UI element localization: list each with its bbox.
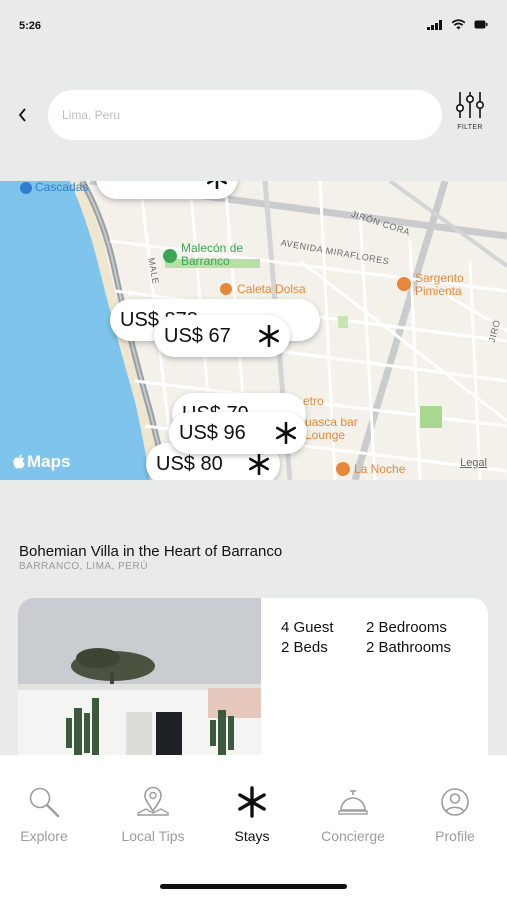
map-view[interactable]: Cascadas Malecón de Barranco Caleta Dols…	[0, 181, 507, 480]
search-bar[interactable]	[48, 90, 442, 140]
chevron-left-icon	[18, 108, 26, 122]
service-bell-icon	[338, 790, 368, 815]
place-la-noche: La Noche	[354, 462, 406, 476]
spec-beds: 2 Beds	[281, 639, 328, 656]
status-time: 5:26	[19, 20, 42, 32]
back-button[interactable]	[12, 103, 32, 127]
status-bar: 5:26	[0, 0, 507, 50]
search-input[interactable]	[62, 108, 442, 122]
sliders-icon	[455, 92, 484, 118]
signal-icon	[427, 19, 442, 30]
place-caleta-dolsa: Caleta Dolsa	[237, 282, 306, 296]
tab-concierge[interactable]: Concierge	[303, 785, 403, 844]
asterisk-icon	[248, 453, 270, 475]
price-pin[interactable]	[96, 181, 238, 199]
tab-label: Profile	[435, 828, 475, 844]
map-pin-icon	[137, 786, 169, 816]
spec-guests: 4 Guest	[281, 619, 334, 636]
place-sargento-pimienta: Sargento Pimienta	[415, 271, 464, 298]
battery-icon	[474, 20, 488, 29]
apple-logo-icon	[13, 454, 25, 469]
place-retro: etro	[303, 394, 324, 408]
place-cascadas: Cascadas	[35, 181, 89, 194]
home-indicator	[160, 884, 347, 889]
price-pin[interactable]: US$ 67	[154, 315, 290, 357]
listing-location: BARRANCO, LIMA, PERÚ	[19, 561, 148, 572]
tab-profile[interactable]: Profile	[405, 785, 505, 844]
tab-label: Explore	[20, 828, 68, 844]
tab-label: Concierge	[321, 828, 385, 844]
apple-maps-attribution: Maps	[12, 452, 70, 472]
place-malecon: Malecón de Barranco	[181, 241, 244, 268]
tab-explore[interactable]: Explore	[0, 785, 94, 844]
user-circle-icon	[441, 788, 469, 816]
price-pin-label: US$ 96	[179, 421, 246, 444]
tab-stays[interactable]: Stays	[202, 785, 302, 844]
magnifier-icon	[29, 787, 60, 818]
listing-title[interactable]: Bohemian Villa in the Heart of Barranco	[19, 543, 282, 560]
legal-link[interactable]: Legal	[460, 457, 487, 469]
price-pin-label: US$ 67	[164, 324, 231, 347]
listing-photo	[18, 598, 261, 768]
wifi-icon	[451, 19, 466, 30]
place-huasca: uasca bar Lounge	[305, 415, 358, 442]
listing-card[interactable]: 4 Guest 2 Bedrooms 2 Beds 2 Bathrooms	[18, 598, 488, 768]
tab-bar: Explore Local Tips Stays Concierge Profi…	[0, 755, 507, 900]
tab-label: Local Tips	[121, 828, 185, 844]
filter-button[interactable]: FILTER	[452, 90, 488, 140]
spec-bathrooms: 2 Bathrooms	[366, 639, 452, 656]
tab-label: Stays	[234, 828, 270, 844]
asterisk-icon	[206, 181, 228, 189]
status-icons	[427, 19, 488, 30]
asterisk-icon	[275, 422, 297, 444]
spec-bedrooms: 2 Bedrooms	[366, 619, 447, 636]
price-pin-label: US$ 80	[156, 452, 223, 475]
asterisk-icon	[258, 325, 280, 347]
maps-wordmark: Maps	[27, 452, 71, 471]
price-pin[interactable]: US$ 96	[169, 412, 307, 454]
asterisk-icon	[238, 786, 266, 818]
tab-local-tips[interactable]: Local Tips	[103, 785, 203, 844]
filter-label: FILTER	[457, 124, 483, 131]
